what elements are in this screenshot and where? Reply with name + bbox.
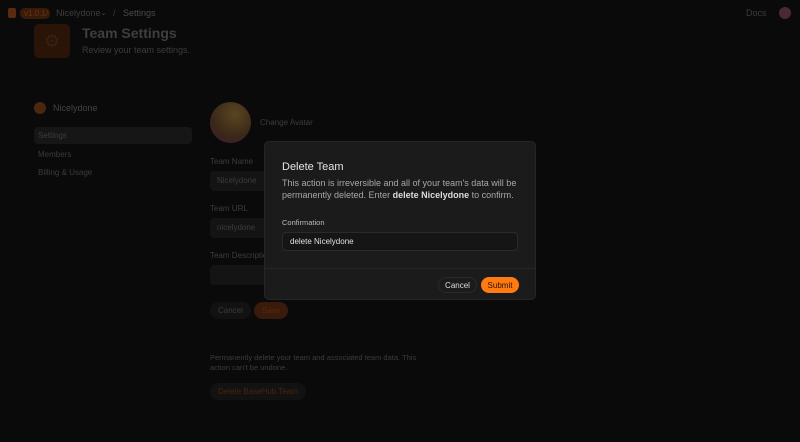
chevron-down-icon[interactable]: ⌄ [100, 8, 107, 17]
logo-icon [8, 8, 16, 18]
form-cancel-button[interactable]: Cancel [210, 302, 251, 319]
team-name: Nicelydone [53, 103, 98, 113]
danger-zone-text: Permanently delete your team and associa… [210, 353, 417, 372]
dialog-submit-button[interactable]: Submit [481, 277, 519, 293]
confirmation-label: Confirmation [282, 218, 325, 227]
delete-team-dialog: Delete Team This action is irreversible … [264, 141, 536, 300]
page-title: Team Settings [82, 25, 177, 41]
docs-link[interactable]: Docs [746, 8, 767, 18]
sidebar-item-billing[interactable]: Billing & Usage [34, 164, 192, 181]
dialog-description: This action is irreversible and all of y… [282, 177, 527, 201]
desc-confirm-phrase: delete Nicelydone [392, 190, 470, 200]
team-avatar-large[interactable] [210, 102, 251, 143]
team-name-label: Team Name [210, 157, 254, 166]
team-avatar [34, 102, 46, 114]
change-avatar-button[interactable]: Change Avatar [260, 118, 313, 127]
page-subtitle: Review your team settings. [82, 45, 191, 55]
sidebar-item-members[interactable]: Members [34, 146, 192, 163]
desc-text-end: to confirm. [469, 190, 514, 200]
confirmation-input[interactable]: delete Nicelydone [282, 232, 518, 251]
breadcrumb-settings: Settings [123, 8, 156, 18]
form-save-button[interactable]: Save [254, 302, 289, 319]
dialog-divider [265, 268, 535, 269]
sidebar-item-settings[interactable]: Settings [34, 127, 192, 144]
breadcrumb-separator: / [113, 8, 116, 18]
breadcrumb-separator: / [46, 8, 49, 18]
dialog-title: Delete Team [282, 161, 344, 173]
gear-icon: ⚙ [34, 24, 70, 58]
team-description-label: Team Description [210, 251, 272, 260]
team-switcher[interactable]: Nicelydone [56, 8, 101, 18]
dialog-cancel-button[interactable]: Cancel [438, 277, 477, 293]
user-avatar[interactable] [779, 7, 791, 19]
sidebar-team: Nicelydone [34, 102, 98, 114]
team-url-label: Team URL [210, 204, 248, 213]
delete-team-button[interactable]: Delete BaseHub Team [210, 383, 306, 400]
